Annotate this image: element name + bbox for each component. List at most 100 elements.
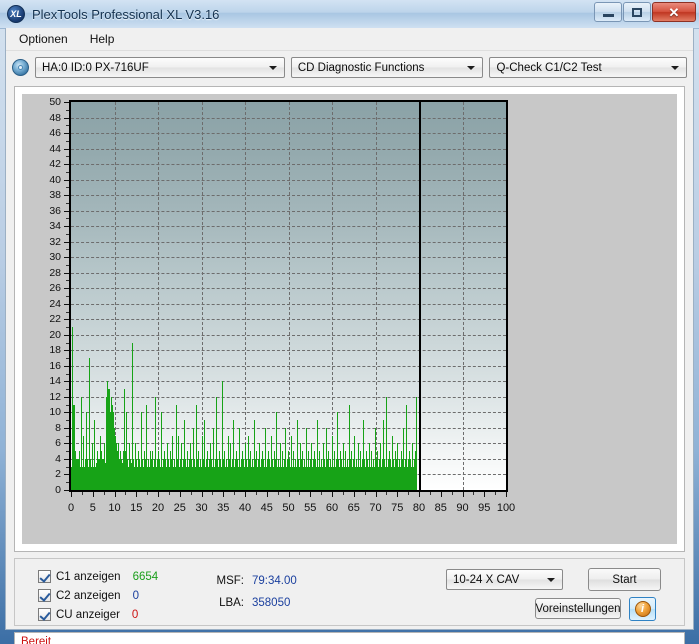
close-button[interactable]: ✕ [652, 2, 696, 22]
x-axis-tick-label: 20 [151, 502, 165, 514]
x-axis-tick-label: 65 [347, 502, 360, 514]
speed-select-value: 10-24 X CAV [453, 573, 520, 586]
x-axis-tick-label: 0 [67, 502, 75, 514]
x-axis-tick-mark [484, 492, 486, 497]
test-select-value: Q-Check C1/C2 Test [496, 61, 602, 74]
x-axis-minor-tick [495, 492, 497, 495]
controls-panel: C1 anzeigen 6654 C2 anzeigen 0 CU anzeig… [14, 558, 685, 626]
c2-checkbox[interactable] [38, 589, 51, 602]
start-button[interactable]: Start [588, 568, 661, 591]
x-axis-minor-tick [473, 492, 475, 495]
minimize-icon [602, 14, 614, 17]
action-controls: 10-24 X CAV Start Voreinstellungen i [426, 566, 676, 622]
y-axis-tick-label: 2 [55, 468, 61, 481]
x-axis-minor-tick [364, 492, 366, 495]
maximize-button[interactable] [623, 2, 651, 22]
x-axis-tick-mark [266, 492, 268, 497]
y-axis-tick-label: 24 [49, 297, 61, 310]
x-axis-tick-mark [223, 492, 225, 497]
info-button[interactable]: i [629, 597, 656, 621]
cu-label: CU anzeiger [56, 608, 120, 621]
x-axis-tick-mark [310, 492, 312, 497]
client-area: Optionen Help HA:0 ID:0 PX-716UF CD Diag… [5, 28, 694, 644]
x-axis-tick-mark [419, 492, 420, 497]
function-select[interactable]: CD Diagnostic Functions [290, 57, 484, 78]
x-axis-tick-mark [462, 492, 464, 497]
readouts: MSF: 79:34.00 LBA: 358050 [210, 570, 297, 614]
x-axis-tick-label: 80 [412, 502, 426, 514]
x-axis-tick-label: 45 [260, 502, 273, 514]
y-axis-tick-label: 30 [49, 251, 61, 264]
c1-count: 6654 [132, 570, 159, 583]
msf-label: MSF: [216, 575, 244, 587]
y-axis-tick-label: 28 [49, 266, 61, 279]
x-axis-minor-tick [190, 492, 192, 495]
maximize-icon [632, 7, 642, 17]
y-axis-tick-label: 26 [49, 282, 61, 295]
y-axis-tick-label: 18 [49, 344, 61, 357]
status-bar: Bereit [14, 632, 685, 644]
x-axis-minor-tick [125, 492, 127, 495]
x-axis-minor-tick [321, 492, 323, 495]
chart-canvas: 0 2 4 6 8 10 12 14 16 18 20 22 24 26 28 30 32 34 36 38 40 42 4… [22, 94, 677, 544]
legend-item-c2[interactable]: C2 anzeigen 0 [38, 586, 158, 605]
cu-count: 0 [131, 608, 139, 621]
x-axis-tick-label: 85 [434, 502, 447, 514]
x-axis-tick-label: 5 [89, 502, 96, 514]
msf-value: 79:34.00 [252, 575, 297, 587]
title-bar: XL PlexTools Professional XL V3.16 ✕ [0, 0, 699, 29]
optical-disc-icon [12, 59, 29, 76]
x-axis-minor-tick [277, 492, 279, 495]
cu-checkbox[interactable] [38, 608, 51, 621]
info-icon: i [634, 601, 651, 617]
c1-checkbox[interactable] [38, 570, 51, 583]
x-axis-minor-tick [147, 492, 149, 495]
x-axis-minor-tick [255, 492, 257, 495]
x-axis: 0 5 10 15 20 25 30 35 40 45 50 55 60 65 70 75 80 85 90 95 10… [67, 492, 515, 522]
x-axis-tick-mark [506, 492, 507, 497]
close-icon: ✕ [668, 4, 680, 20]
legend-item-c1[interactable]: C1 anzeigen 6654 [38, 567, 158, 586]
x-axis-tick-mark [201, 492, 203, 497]
x-axis-minor-tick [429, 492, 431, 495]
x-axis-minor-tick [81, 492, 83, 495]
x-axis-tick-mark [288, 492, 290, 497]
chevron-down-icon [547, 577, 555, 582]
speed-select[interactable]: 10-24 X CAV [446, 569, 563, 590]
c2-count: 0 [132, 589, 139, 602]
x-axis-tick-mark [179, 492, 181, 497]
y-axis-tick-label: 16 [49, 359, 61, 372]
y-axis-tick-label: 22 [49, 313, 61, 326]
x-axis-tick-label: 95 [478, 502, 491, 514]
menu-item-help[interactable]: Help [87, 31, 118, 47]
application-window: XL PlexTools Professional XL V3.16 ✕ Opt… [0, 0, 699, 644]
menu-bar: Optionen Help [6, 28, 693, 51]
readout-msf: MSF: 79:34.00 [210, 570, 297, 592]
test-select[interactable]: Q-Check C1/C2 Test [489, 57, 687, 78]
x-axis-tick-mark [136, 492, 138, 497]
presets-button[interactable]: Voreinstellungen [535, 598, 621, 619]
y-axis-tick-label: 38 [49, 189, 61, 202]
y-axis-tick-label: 50 [49, 96, 61, 108]
y-axis-tick-label: 42 [49, 158, 61, 171]
y-axis-tick-label: 8 [55, 421, 61, 434]
chart-panel: 0 2 4 6 8 10 12 14 16 18 20 22 24 26 28 30 32 34 36 38 40 42 4… [14, 86, 685, 552]
x-axis-tick-label: 40 [238, 502, 252, 514]
x-axis-tick-label: 50 [282, 502, 295, 514]
device-select[interactable]: HA:0 ID:0 PX-716UF [35, 57, 285, 78]
y-axis-tick-label: 14 [49, 375, 61, 388]
menu-item-optionen[interactable]: Optionen [16, 31, 71, 47]
function-select-value: CD Diagnostic Functions [297, 61, 425, 74]
y-axis-tick-label: 46 [49, 127, 61, 140]
y-axis-tick-label: 44 [49, 142, 61, 155]
y-axis-tick-label: 10 [49, 406, 61, 419]
minimize-button[interactable] [594, 2, 622, 22]
x-axis-tick-mark [440, 492, 442, 497]
legend-item-cu[interactable]: CU anzeiger 0 [38, 605, 158, 624]
x-axis-minor-tick [234, 492, 236, 495]
chevron-down-icon [268, 65, 277, 70]
x-axis-minor-tick [168, 492, 170, 495]
c2-label: C2 anzeigen [56, 589, 121, 602]
x-axis-minor-tick [299, 492, 301, 495]
window-controls: ✕ [594, 2, 696, 22]
